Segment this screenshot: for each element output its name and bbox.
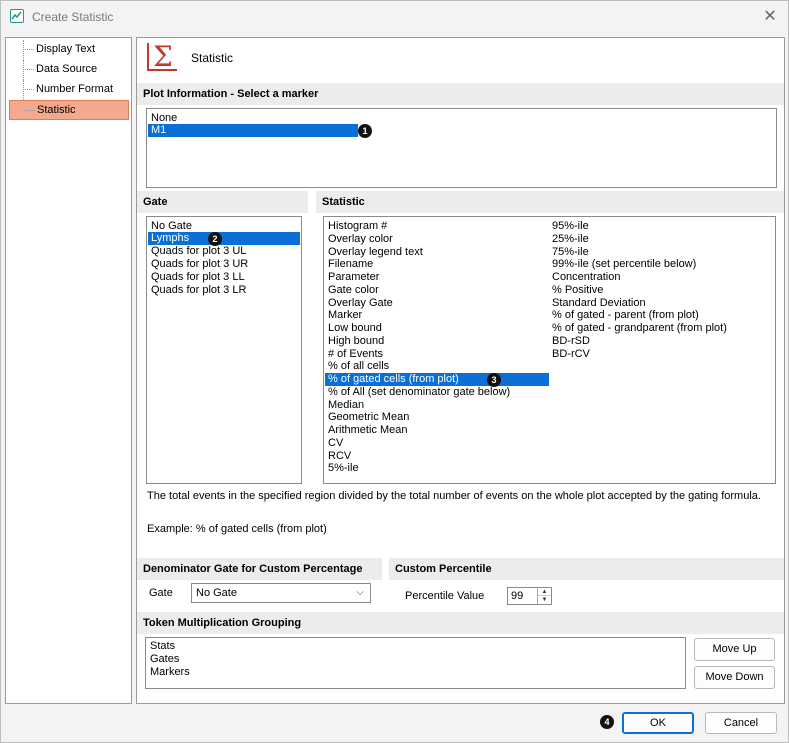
sidebar-item-data-source[interactable]: Data Source — [9, 60, 129, 80]
sidebar-item-number-format[interactable]: Number Format — [9, 80, 129, 100]
list-item[interactable]: 95%-ile — [549, 220, 589, 233]
plot-info-heading: Plot Information - Select a marker — [137, 83, 784, 105]
denominator-heading: Denominator Gate for Custom Percentage — [137, 558, 382, 580]
statistic-example: Example: % of gated cells (from plot) — [147, 523, 327, 535]
list-item[interactable]: Markers — [147, 666, 190, 679]
title-bar: Create Statistic ✕ — [1, 1, 788, 33]
list-item[interactable]: Gate color — [325, 284, 379, 297]
percentile-value: 99 — [511, 590, 524, 602]
increment-arrow-icon[interactable]: ▲ — [538, 588, 551, 596]
list-item[interactable]: Geometric Mean — [325, 411, 409, 424]
list-item[interactable]: % of gated - parent (from plot) — [549, 309, 699, 322]
list-item[interactable]: % of gated - grandparent (from plot) — [549, 322, 727, 335]
app-icon — [10, 9, 24, 23]
sidebar-item-label: Display Text — [36, 43, 96, 55]
list-item[interactable]: Stats — [147, 640, 175, 653]
list-item[interactable]: % Positive — [549, 284, 603, 297]
list-item[interactable]: BD-rSD — [549, 335, 590, 348]
sigma-icon: Σ — [147, 43, 177, 71]
denominator-gate-value: No Gate — [196, 587, 237, 599]
list-item[interactable]: High bound — [325, 335, 384, 348]
list-item[interactable]: % of all cells — [325, 360, 389, 373]
token-grouping-list[interactable]: Stats Gates Markers — [145, 637, 686, 689]
chevron-down-icon: ⌵ — [356, 587, 364, 598]
denominator-gate-select[interactable]: No Gate ⌵ — [191, 583, 371, 603]
sidebar-item-label: Data Source — [36, 63, 98, 75]
list-item[interactable]: Quads for plot 3 LL — [148, 271, 300, 284]
list-item-selected[interactable]: M1 — [148, 124, 358, 137]
list-item[interactable]: Low bound — [325, 322, 382, 335]
statistic-list[interactable]: Histogram # Overlay color Overlay legend… — [323, 216, 776, 484]
close-icon[interactable]: ✕ — [760, 7, 780, 27]
denominator-gate-label: Gate — [149, 587, 173, 599]
list-item[interactable]: Histogram # — [325, 220, 387, 233]
list-item[interactable]: Concentration — [549, 271, 621, 284]
list-item[interactable]: % of All (set denominator gate below) — [325, 386, 510, 399]
statistic-heading: Statistic — [316, 191, 784, 213]
gate-list[interactable]: No Gate Lymphs Quads for plot 3 UL Quads… — [146, 216, 302, 484]
create-statistic-dialog: Create Statistic ✕ Display Text Data Sou… — [0, 0, 789, 743]
sidebar-item-label: Statistic — [37, 104, 76, 116]
decrement-arrow-icon[interactable]: ▼ — [538, 596, 551, 604]
move-up-button[interactable]: Move Up — [694, 638, 775, 661]
callout-badge: 2 — [208, 232, 222, 246]
custom-percentile-heading: Custom Percentile — [389, 558, 784, 580]
percentile-value-label: Percentile Value — [405, 590, 485, 602]
window-title: Create Statistic — [32, 10, 114, 24]
list-item[interactable]: 99%-ile (set percentile below) — [549, 258, 696, 271]
list-item[interactable]: Quads for plot 3 UL — [148, 245, 300, 258]
callout-badge: 1 — [358, 124, 372, 138]
move-down-button[interactable]: Move Down — [694, 666, 775, 689]
marker-list[interactable]: None M1 1 — [146, 108, 777, 188]
list-item-selected[interactable]: Lymphs — [148, 232, 300, 245]
statistic-panel: Σ Statistic Plot Information - Select a … — [136, 37, 785, 704]
page-title: Statistic — [191, 51, 234, 65]
statistic-description: The total events in the specified region… — [147, 490, 761, 502]
list-item[interactable]: Parameter — [325, 271, 379, 284]
token-grouping-heading: Token Multiplication Grouping — [137, 612, 784, 634]
sidebar-item-display-text[interactable]: Display Text — [9, 40, 129, 60]
list-item[interactable]: BD-rCV — [549, 348, 590, 361]
list-item[interactable]: 25%-ile — [549, 233, 589, 246]
list-item[interactable]: Gates — [147, 653, 179, 666]
list-item-selected[interactable]: % of gated cells (from plot) — [325, 373, 549, 386]
cancel-button[interactable]: Cancel — [705, 712, 777, 734]
percentile-stepper[interactable]: 99 ▲ ▼ — [507, 587, 552, 605]
list-item[interactable]: Filename — [325, 258, 373, 271]
list-item[interactable]: Marker — [325, 309, 362, 322]
list-item[interactable]: Quads for plot 3 UR — [148, 258, 300, 271]
list-item[interactable]: Arithmetic Mean — [325, 424, 407, 437]
list-item[interactable]: CV — [325, 437, 343, 450]
list-item[interactable]: 5%-ile — [325, 462, 359, 475]
callout-badge: 4 — [600, 715, 614, 729]
list-item[interactable]: Quads for plot 3 LR — [148, 284, 300, 297]
ok-button[interactable]: OK — [622, 712, 694, 734]
callout-badge: 3 — [487, 373, 501, 387]
sidebar-item-statistic[interactable]: Statistic — [9, 100, 129, 120]
list-item[interactable]: Overlay color — [325, 233, 393, 246]
sidebar-item-label: Number Format — [36, 83, 114, 95]
gate-heading: Gate — [137, 191, 308, 213]
sidebar-tree: Display Text Data Source Number Format S… — [5, 37, 132, 704]
